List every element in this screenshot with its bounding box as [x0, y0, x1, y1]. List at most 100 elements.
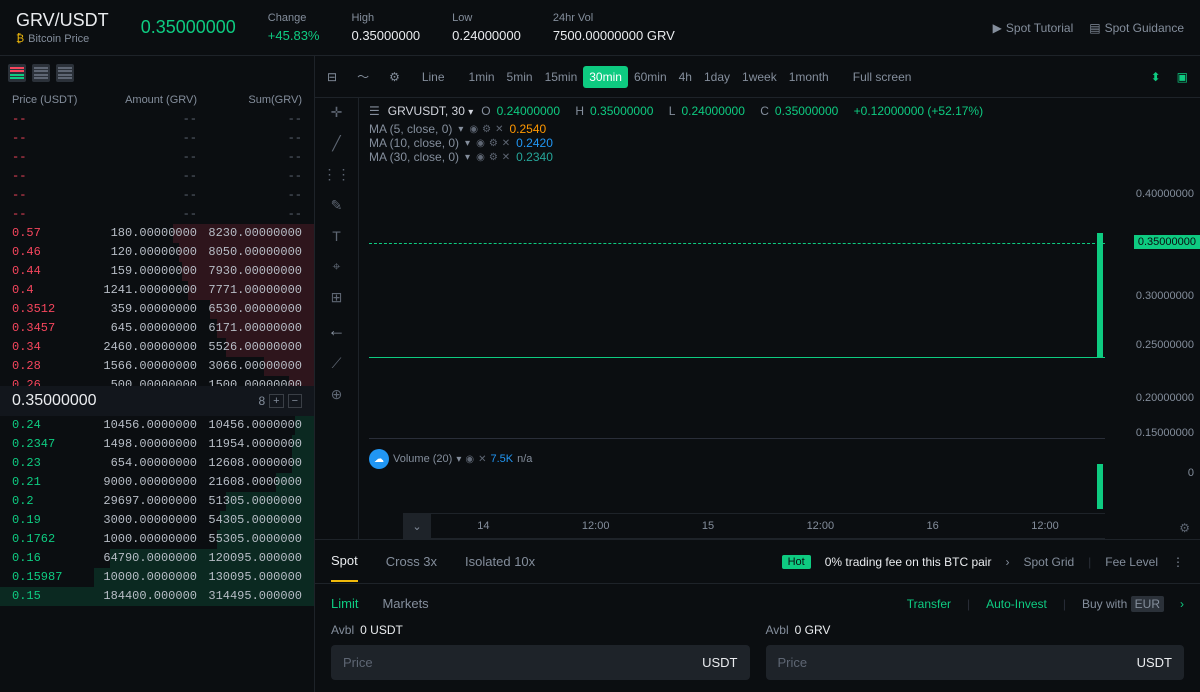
orderbook-bid-row[interactable]: 0.15184400.000000314495.000000	[0, 587, 314, 606]
tab-spot[interactable]: Spot	[331, 541, 358, 582]
precision-minus[interactable]: −	[288, 394, 302, 408]
ma-indicator: MA (5, close, 0)▾◉⚙✕0.2540	[369, 122, 1190, 136]
volume-panel: ☁ Volume (20) ▾ ◉✕ 7.5K n/a	[369, 449, 1105, 509]
chart-type-line[interactable]: Line	[416, 66, 451, 88]
brush-icon[interactable]: ✎	[331, 197, 343, 214]
fee-level-link[interactable]: Fee Level	[1105, 555, 1158, 569]
scroll-left-icon[interactable]: ⌄	[403, 514, 431, 538]
interval-15min[interactable]: 15min	[539, 66, 584, 88]
interval-4h[interactable]: 4h	[673, 66, 698, 88]
buy-price-input[interactable]: Price USDT	[331, 645, 750, 680]
orderbook-ask-row[interactable]: 0.281566.000000003066.00000000	[0, 357, 314, 376]
orderbook-bid-row[interactable]: 0.193000.0000000054305.0000000	[0, 511, 314, 530]
orderbook-bid-row[interactable]: 0.23471498.0000000011954.0000000	[0, 435, 314, 454]
order-type-markets[interactable]: Markets	[382, 596, 428, 611]
mid-price: 0.35000000	[12, 392, 97, 410]
order-type-limit[interactable]: Limit	[331, 596, 358, 611]
change-value: +45.83%	[268, 28, 320, 43]
back-icon[interactable]: ←	[328, 320, 346, 341]
auto-invest-link[interactable]: Auto-Invest	[986, 597, 1047, 611]
orderbook-row-empty: ------	[0, 129, 314, 148]
play-icon: ▶	[993, 21, 1002, 35]
orderbook-view-asks[interactable]	[56, 64, 74, 82]
chevron-right-icon[interactable]: ›	[1180, 597, 1184, 611]
more-icon[interactable]: ⋮	[1172, 555, 1184, 569]
line-type-icon[interactable]: 〜	[353, 64, 373, 89]
orderbook-bid-row[interactable]: 0.1664790.0000000120095.000000	[0, 549, 314, 568]
high-value: 0.35000000	[351, 28, 420, 43]
tab-isolated[interactable]: Isolated 10x	[465, 542, 535, 581]
cloud-icon[interactable]: ☁	[369, 449, 389, 469]
ma-indicator: MA (30, close, 0)▾◉⚙✕0.2340	[369, 150, 1190, 164]
volume-label: 24hr Vol	[553, 12, 675, 24]
interval-1day[interactable]: 1day	[698, 66, 736, 88]
chart-action-2-icon[interactable]: ▣	[1173, 66, 1192, 88]
promo-text[interactable]: 0% trading fee on this BTC pair	[825, 555, 992, 569]
orderbook-ask-row[interactable]: 0.3512359.000000006530.00000000	[0, 300, 314, 319]
trendline-icon[interactable]: ╱	[332, 135, 340, 152]
orderbook-view-bids[interactable]	[32, 64, 50, 82]
interval-1month[interactable]: 1month	[783, 66, 835, 88]
precision-plus[interactable]: +	[269, 394, 283, 408]
orderbook-mid: 0.35000000 8 + −	[0, 386, 314, 416]
ruler-icon[interactable]: ⟋	[332, 355, 342, 372]
last-price: 0.35000000	[141, 17, 236, 38]
chart-symbol[interactable]: GRVUSDT, 30 ▾	[388, 104, 474, 118]
long-short-icon[interactable]: ⊞	[331, 289, 343, 306]
orderbook-view-both[interactable]	[8, 64, 26, 82]
orderbook-ask-row[interactable]: 0.3457645.000000006171.00000000	[0, 319, 314, 338]
pattern-icon[interactable]: ⌖	[333, 258, 341, 275]
spot-guidance-link[interactable]: ▤ Spot Guidance	[1089, 21, 1184, 35]
chart-menu-icon[interactable]: ☰	[369, 104, 380, 118]
interval-60min[interactable]: 60min	[628, 66, 673, 88]
orderbook-bid-row[interactable]: 0.2410456.000000010456.0000000	[0, 416, 314, 435]
orderbook-ask-row[interactable]: 0.342460.000000005526.00000000	[0, 338, 314, 357]
chart-settings-icon[interactable]: ⚙	[1179, 521, 1190, 535]
crosshair-icon[interactable]: ✛	[331, 104, 343, 121]
orderbook-bid-row[interactable]: 0.219000.0000000021608.0000000	[0, 473, 314, 492]
hot-badge: Hot	[782, 555, 811, 569]
current-price-tag: 0.35000000	[1134, 235, 1200, 249]
orderbook-row-empty: ------	[0, 205, 314, 224]
orderbook-ask-row[interactable]: 0.41241.000000007771.00000000	[0, 281, 314, 300]
interval-5min[interactable]: 5min	[501, 66, 539, 88]
chart-canvas[interactable]: ☰ GRVUSDT, 30 ▾ O0.24000000 H0.35000000 …	[359, 98, 1200, 539]
spot-tutorial-link[interactable]: ▶ Spot Tutorial	[993, 21, 1074, 35]
orderbook-bid-row[interactable]: 0.17621000.0000000055305.0000000	[0, 530, 314, 549]
low-label: Low	[452, 12, 521, 24]
text-icon[interactable]: T	[332, 228, 341, 244]
orderbook-panel: Price (USDT) Amount (GRV) Sum(GRV) -----…	[0, 56, 315, 692]
orderbook-ask-row[interactable]: 0.26500.000000001500.00000000	[0, 376, 314, 386]
orderbook-bid-row[interactable]: 0.1598710000.0000000130095.000000	[0, 568, 314, 587]
interval-30min[interactable]: 30min	[583, 66, 628, 88]
change-label: Change	[268, 12, 320, 24]
orderbook-ask-row[interactable]: 0.46120.000000008050.00000000	[0, 243, 314, 262]
orderbook-bid-row[interactable]: 0.23654.0000000012608.0000000	[0, 454, 314, 473]
pair-symbol[interactable]: GRV/USDT	[16, 10, 109, 31]
tab-cross[interactable]: Cross 3x	[386, 542, 437, 581]
market-header: GRV/USDT ₿ Bitcoin Price 0.35000000 Chan…	[0, 0, 1200, 56]
pair-subtitle[interactable]: ₿ Bitcoin Price	[16, 33, 109, 45]
orderbook-row-empty: ------	[0, 110, 314, 129]
fib-icon[interactable]: ⋮⋮	[323, 166, 351, 183]
sell-price-input[interactable]: Price USDT	[766, 645, 1185, 680]
orderbook-bid-row[interactable]: 0.229697.000000051305.0000000	[0, 492, 314, 511]
buy-with-label: Buy with EUR	[1082, 597, 1164, 611]
orderbook-ask-row[interactable]: 0.44159.000000007930.00000000	[0, 262, 314, 281]
chart-action-1-icon[interactable]: ⬍	[1147, 66, 1165, 88]
interval-1min[interactable]: 1min	[463, 66, 501, 88]
transfer-link[interactable]: Transfer	[907, 597, 951, 611]
buy-form: Avbl0 USDT Price USDT	[331, 623, 750, 680]
ma-indicator: MA (10, close, 0)▾◉⚙✕0.2420	[369, 136, 1190, 150]
zoom-icon[interactable]: ⊕	[331, 386, 343, 403]
promo-arrow-icon[interactable]: ›	[1005, 555, 1009, 569]
fullscreen-button[interactable]: Full screen	[847, 66, 918, 88]
interval-1week[interactable]: 1week	[736, 66, 783, 88]
spot-grid-link[interactable]: Spot Grid	[1023, 555, 1074, 569]
ob-header-sum: Sum(GRV)	[197, 94, 302, 106]
orderbook-ask-row[interactable]: 0.57180.000000008230.00000000	[0, 224, 314, 243]
settings-icon[interactable]: ⚙	[385, 66, 404, 88]
book-icon: ▤	[1089, 21, 1100, 35]
orderbook-row-empty: ------	[0, 167, 314, 186]
candle-icon[interactable]: ⊟	[323, 66, 341, 88]
